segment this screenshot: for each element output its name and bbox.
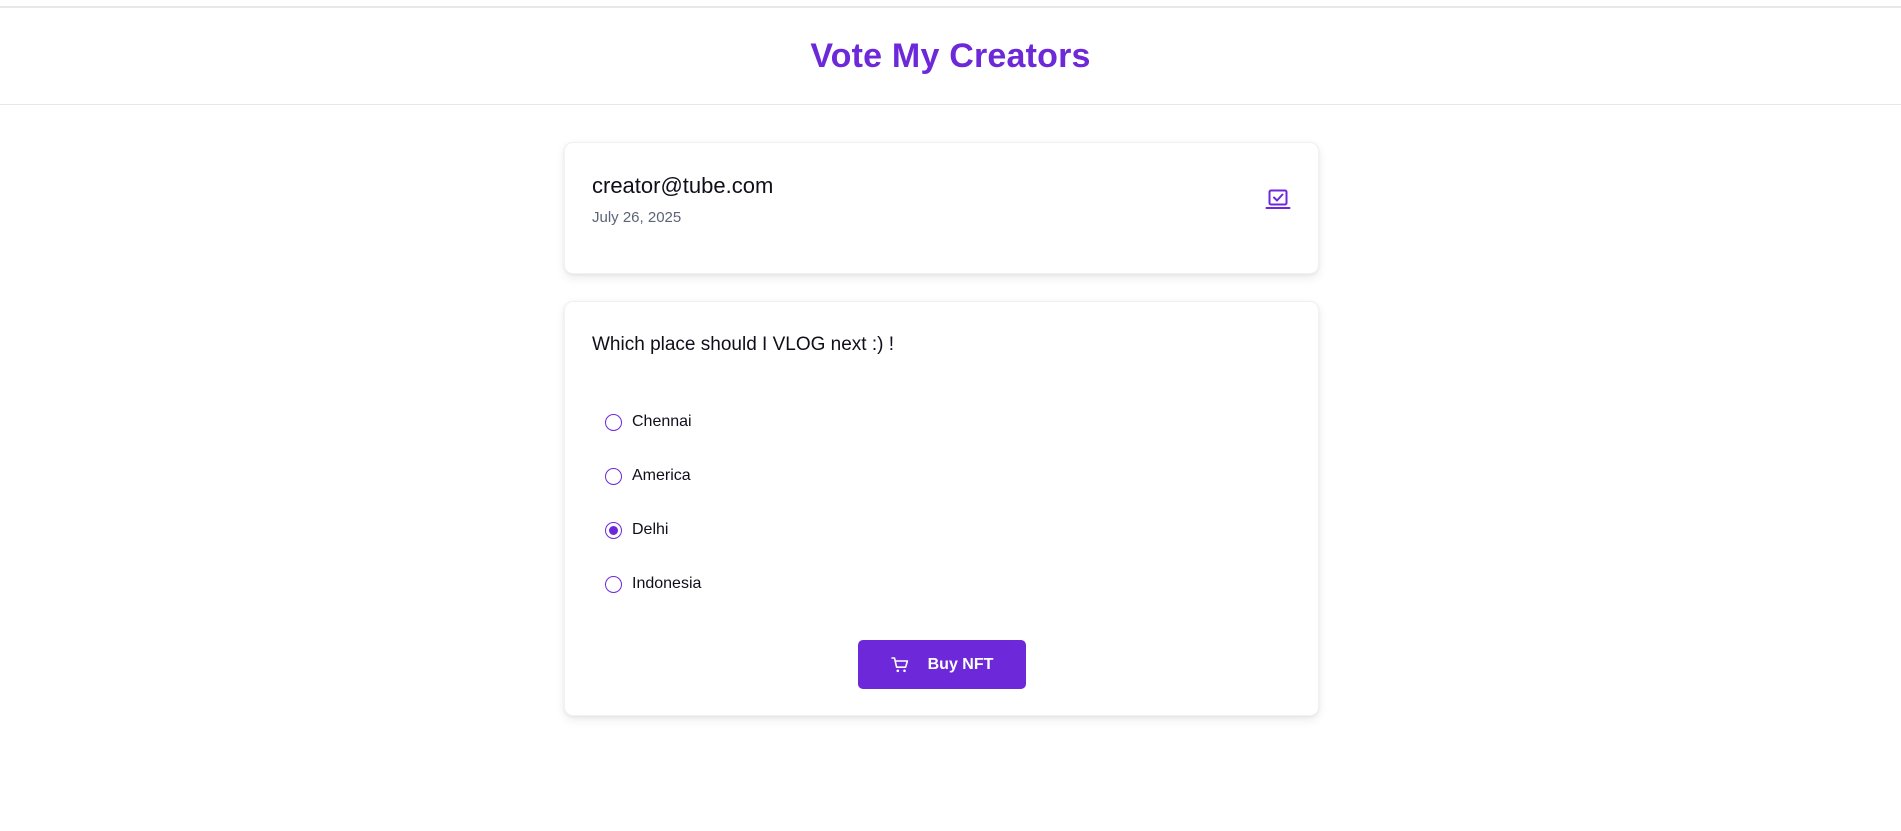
app-header: Vote My Creators (0, 8, 1901, 105)
poll-card: Which place should I VLOG next :) ! Chen… (564, 301, 1319, 716)
option-label: Indonesia (632, 575, 702, 592)
creator-profile-card: creator@tube.com July 26, 2025 (564, 142, 1319, 274)
buy-button-label: Buy NFT (927, 655, 994, 673)
buy-nft-button[interactable]: Buy NFT (858, 640, 1026, 689)
poll-option-indonesia[interactable]: Indonesia (605, 557, 701, 611)
cart-icon (890, 656, 908, 672)
post-date: July 26, 2025 (592, 209, 682, 226)
poll-option-america[interactable]: America (605, 449, 701, 503)
option-label: Delhi (632, 521, 669, 538)
option-label: Chennai (632, 413, 692, 430)
poll-question: Which place should I VLOG next :) ! (592, 334, 895, 355)
top-divider (0, 0, 1901, 8)
option-label: America (632, 467, 691, 484)
poll-option-delhi[interactable]: Delhi (605, 503, 701, 557)
checkbox-laptop-icon[interactable] (1265, 187, 1291, 213)
radio-button[interactable] (605, 413, 622, 431)
poll-options: Chennai America Delhi Indonesia (605, 395, 701, 611)
radio-button[interactable] (605, 575, 622, 593)
radio-button-selected[interactable] (605, 521, 622, 539)
page-title: Vote My Creators (810, 36, 1091, 75)
radio-button[interactable] (605, 467, 622, 485)
creator-email: creator@tube.com (592, 173, 774, 198)
poll-option-chennai[interactable]: Chennai (605, 395, 701, 449)
